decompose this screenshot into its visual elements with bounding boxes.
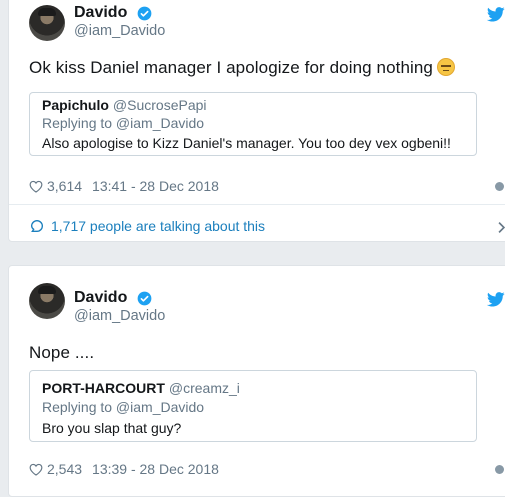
talking-link[interactable]: 1,717 people are talking about this bbox=[29, 218, 265, 234]
verified-badge-icon bbox=[137, 291, 152, 306]
twitter-bird-icon[interactable] bbox=[487, 7, 505, 22]
tweet-card[interactable]: Davido @iam_Davido Nope .... PORT-HARCOU… bbox=[8, 265, 505, 497]
quoted-author-handle: @SucrosePapi bbox=[112, 97, 207, 113]
like-count[interactable]: 3,614 bbox=[47, 178, 82, 194]
timestamp[interactable]: 13:41 - 28 Dec 2018 bbox=[92, 178, 219, 194]
tweet-meta: 3,614 13:41 - 28 Dec 2018 bbox=[29, 178, 219, 194]
chevron-right-icon[interactable] bbox=[497, 221, 505, 234]
replying-to: Replying to @iam_Davido bbox=[42, 399, 205, 415]
author-name[interactable]: Davido bbox=[74, 289, 127, 307]
info-icon[interactable] bbox=[495, 465, 504, 474]
quoted-text: Bro you slap that guy? bbox=[42, 420, 182, 436]
quoted-author-name: PORT-HARCOURT bbox=[42, 380, 165, 396]
author-handle[interactable]: @iam_Davido bbox=[74, 23, 165, 39]
divider bbox=[9, 204, 505, 205]
quoted-text: Also apologise to Kizz Daniel's manager.… bbox=[42, 135, 451, 151]
twitter-bird-icon[interactable] bbox=[487, 292, 505, 307]
quoted-author-name: Papichulo bbox=[42, 97, 109, 113]
author-handle[interactable]: @iam_Davido bbox=[74, 308, 165, 324]
tweet-text: Ok kiss Daniel manager I apologize for d… bbox=[29, 58, 455, 78]
tweet-text-content: Ok kiss Daniel manager I apologize for d… bbox=[29, 58, 433, 77]
tweet-card[interactable]: Davido @iam_Davido Ok kiss Daniel manage… bbox=[8, 0, 505, 242]
comment-icon bbox=[30, 219, 44, 232]
replying-to: Replying to @iam_Davido bbox=[42, 115, 205, 131]
quoted-author: PORT-HARCOURT @creamz_i bbox=[42, 380, 240, 396]
tweet-text: Nope .... bbox=[29, 343, 95, 362]
like-count[interactable]: 2,543 bbox=[47, 461, 82, 477]
tweet-meta: 2,543 13:39 - 28 Dec 2018 bbox=[29, 461, 219, 477]
info-icon[interactable] bbox=[495, 182, 504, 191]
heart-icon[interactable] bbox=[29, 180, 43, 193]
unamused-face-emoji bbox=[437, 58, 455, 76]
quoted-author: Papichulo @SucrosePapi bbox=[42, 97, 207, 113]
talking-text[interactable]: 1,717 people are talking about this bbox=[51, 218, 265, 234]
avatar[interactable] bbox=[29, 283, 65, 319]
avatar[interactable] bbox=[29, 5, 65, 41]
quoted-tweet[interactable]: PORT-HARCOURT @creamz_i Replying to @iam_… bbox=[29, 370, 477, 442]
quoted-author-handle: @creamz_i bbox=[168, 380, 240, 396]
author-name[interactable]: Davido bbox=[74, 4, 127, 22]
verified-badge-icon bbox=[137, 6, 152, 21]
quoted-tweet[interactable]: Papichulo @SucrosePapi Replying to @iam_D… bbox=[29, 92, 477, 156]
timestamp[interactable]: 13:39 - 28 Dec 2018 bbox=[92, 461, 219, 477]
heart-icon[interactable] bbox=[29, 463, 43, 476]
